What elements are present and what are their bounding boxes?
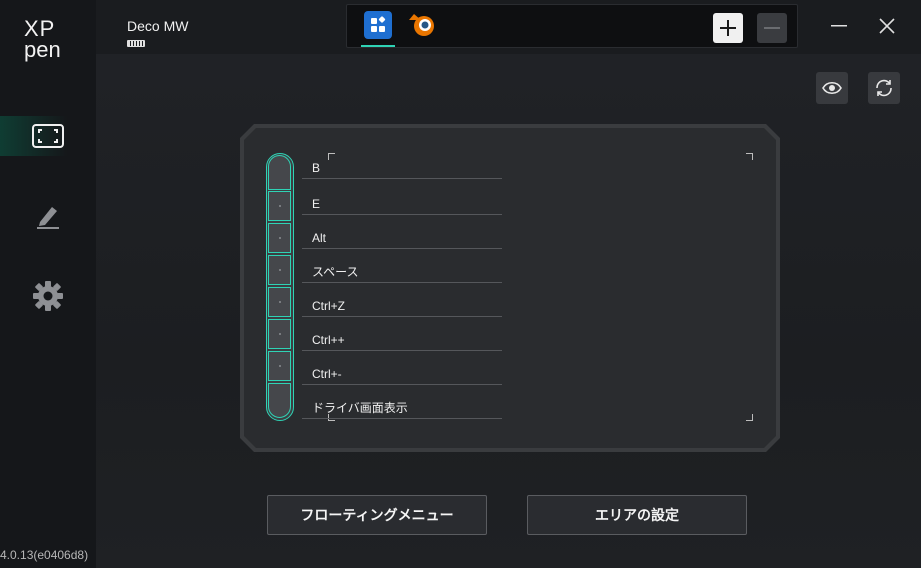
gear-icon — [33, 281, 63, 311]
area-corner-bottom-right — [746, 414, 753, 421]
express-key-label-4[interactable]: スペース — [302, 263, 502, 283]
blender-icon — [409, 14, 434, 36]
battery-icon — [127, 40, 145, 47]
area-corner-top-right — [746, 153, 753, 160]
express-key-label-5[interactable]: Ctrl+Z — [302, 297, 502, 317]
express-key-label-7[interactable]: Ctrl+- — [302, 365, 502, 385]
express-key-label-1[interactable]: B — [302, 159, 502, 179]
minimize-icon — [831, 25, 847, 27]
pen-icon — [37, 207, 59, 229]
refresh-icon — [876, 79, 892, 97]
app-strip — [346, 4, 798, 48]
express-key-3[interactable] — [268, 223, 291, 253]
express-key-5[interactable] — [268, 287, 291, 317]
express-key-6[interactable] — [268, 319, 291, 349]
express-key-2[interactable] — [268, 191, 291, 221]
all-apps-icon — [364, 11, 392, 39]
express-key-1[interactable] — [268, 155, 291, 190]
express-key-4[interactable] — [268, 255, 291, 285]
minus-icon — [764, 27, 780, 29]
close-button[interactable] — [872, 12, 902, 40]
express-key-7[interactable] — [268, 351, 291, 381]
preview-button[interactable] — [816, 72, 848, 104]
device-name: Deco MW — [127, 18, 189, 34]
plus-icon — [720, 20, 736, 36]
reset-button[interactable] — [868, 72, 900, 104]
express-key-label-3[interactable]: Alt — [302, 229, 502, 249]
working-area-icon — [32, 124, 64, 148]
area-settings-button[interactable]: エリアの設定 — [527, 495, 747, 535]
sidebar-item-settings[interactable] — [0, 276, 96, 316]
sidebar: XP pen 4.0.13(e0406d8) — [0, 0, 96, 568]
version-label: 4.0.13(e0406d8) — [0, 548, 89, 562]
floating-menu-button[interactable]: フローティングメニュー — [267, 495, 487, 535]
tab-all-apps[interactable] — [361, 11, 395, 47]
svg-text:pen: pen — [24, 37, 61, 62]
express-key-strip — [266, 153, 294, 421]
top-bar: Deco MW — [96, 0, 921, 54]
xppen-logo: XP pen — [24, 16, 61, 62]
minimize-button[interactable] — [824, 12, 854, 40]
eye-icon — [822, 81, 842, 95]
express-key-label-2[interactable]: E — [302, 195, 502, 215]
add-app-button[interactable] — [713, 13, 743, 43]
express-key-label-8[interactable]: ドライバ画面表示 — [302, 399, 502, 419]
remove-app-button[interactable] — [757, 13, 787, 43]
close-icon — [879, 18, 895, 34]
sidebar-item-working-area[interactable] — [0, 116, 96, 156]
sidebar-item-pen[interactable] — [0, 196, 96, 236]
tab-blender[interactable] — [405, 11, 439, 47]
express-key-label-6[interactable]: Ctrl++ — [302, 331, 502, 351]
express-key-8[interactable] — [268, 383, 291, 418]
